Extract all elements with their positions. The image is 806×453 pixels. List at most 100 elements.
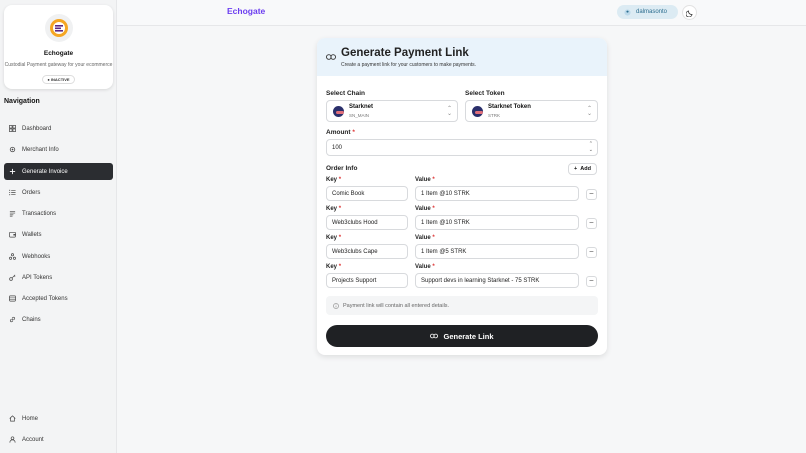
card-header: Generate Payment Link Create a payment l… <box>317 38 607 76</box>
sidebar-item-wallets[interactable]: Wallets <box>4 226 113 243</box>
sidebar: Echogate Custodial Payment gateway for y… <box>0 0 117 453</box>
sidebar-item-label: Webhooks <box>22 253 51 260</box>
status-badge: ● INACTIVE <box>42 75 75 84</box>
sidebar-item-home[interactable]: Home <box>4 410 113 427</box>
transactions-icon <box>9 210 16 217</box>
key-value: Comic Book <box>332 190 365 197</box>
required-marker: * <box>352 129 355 136</box>
amount-label-text: Amount <box>326 129 351 136</box>
value-value: 1 Item @5 STRK <box>421 248 467 255</box>
moon-icon <box>685 10 692 17</box>
sidebar-item-merchant-info[interactable]: Merchant Info <box>4 141 113 158</box>
required-marker: * <box>338 235 342 241</box>
select-token-label: Select Token <box>465 90 505 97</box>
token-select[interactable]: Starknet Token STRK ⌃ ⌄ <box>465 100 598 122</box>
value-input[interactable]: Support devs in learning Starknet - 75 S… <box>415 273 579 288</box>
value-input[interactable]: 1 Item @10 STRK <box>415 215 579 230</box>
remove-row-button[interactable]: – <box>586 189 597 200</box>
app-title[interactable]: Echogate <box>227 6 265 16</box>
amount-value: 100 <box>332 144 343 151</box>
key-value: Projects Support <box>332 277 377 284</box>
link-icon <box>430 333 439 339</box>
key-label: Key * <box>326 206 341 212</box>
sidebar-item-account[interactable]: Account <box>4 431 113 448</box>
required-marker: * <box>432 264 435 270</box>
sidebar-item-dashboard[interactable]: Dashboard <box>4 120 113 137</box>
key-input[interactable]: Projects Support <box>326 273 408 288</box>
amount-input[interactable]: 100 ⌃ ⌄ <box>326 139 598 156</box>
value-label: Value * <box>415 206 435 212</box>
sidebar-item-label: Dashboard <box>22 125 52 132</box>
info-icon <box>333 302 339 309</box>
minus-icon: – <box>589 219 594 226</box>
token-symbol: STRK <box>488 113 501 118</box>
brand-name: Echogate <box>43 50 74 57</box>
sidebar-item-orders[interactable]: Orders <box>4 184 113 201</box>
value-label-text: Value <box>415 264 431 270</box>
value-input[interactable]: 1 Item @10 STRK <box>415 186 579 201</box>
key-input[interactable]: Web3clubs Cape <box>326 244 408 259</box>
value-label: Value * <box>415 235 435 241</box>
required-marker: * <box>338 264 342 270</box>
brand-card: Echogate Custodial Payment gateway for y… <box>4 5 113 89</box>
chain-id: SN_MAIN <box>349 113 370 118</box>
value-label: Value * <box>415 177 435 183</box>
top-bar <box>117 0 806 26</box>
starknet-token-icon <box>472 106 483 117</box>
add-row-button[interactable]: + Add <box>568 163 597 175</box>
chevron-up-down-icon: ⌃ ⌄ <box>586 106 592 117</box>
key-label-text: Key <box>326 177 338 183</box>
key-value: Web3clubs Hood <box>332 219 378 226</box>
sidebar-item-label: Account <box>22 436 44 443</box>
grid-icon <box>9 125 16 132</box>
brand-description: Custodial Payment gateway for your ecomm… <box>4 62 113 68</box>
chain-select[interactable]: Starknet SN_MAIN ⌃ ⌄ <box>326 100 458 122</box>
user-menu-button[interactable]: dalmasonto <box>617 5 678 19</box>
generate-link-button[interactable]: Generate Link <box>326 325 598 347</box>
value-label-text: Value <box>415 206 431 212</box>
sidebar-item-label: Orders <box>22 189 41 196</box>
sidebar-item-generate-invoice[interactable]: Generate Invoice <box>4 163 113 180</box>
minus-icon: – <box>589 248 594 255</box>
value-label: Value * <box>415 264 435 270</box>
sidebar-item-label: API Tokens <box>22 274 53 281</box>
value-input[interactable]: 1 Item @5 STRK <box>415 244 579 259</box>
user-avatar-icon <box>624 8 631 16</box>
status-badge-label: INACTIVE <box>50 77 70 82</box>
sidebar-item-chains[interactable]: Chains <box>4 311 113 328</box>
sidebar-item-label: Transactions <box>22 210 57 217</box>
required-marker: * <box>338 206 342 212</box>
plus-icon: + <box>574 166 578 172</box>
key-label-text: Key <box>326 235 338 241</box>
remove-row-button[interactable]: – <box>586 218 597 229</box>
sidebar-item-api-tokens[interactable]: API Tokens <box>4 269 113 286</box>
required-marker: * <box>432 235 435 241</box>
key-input[interactable]: Comic Book <box>326 186 408 201</box>
required-marker: * <box>432 177 435 183</box>
info-note: Payment link will contain all entered de… <box>326 296 598 315</box>
gear-icon <box>9 146 16 153</box>
remove-row-button[interactable]: – <box>586 276 597 287</box>
chain-name: Starknet <box>349 104 374 110</box>
key-label: Key * <box>326 235 341 241</box>
order-info-label: Order Info <box>326 165 358 172</box>
remove-row-button[interactable]: – <box>586 247 597 258</box>
generate-link-label: Generate Link <box>443 331 494 341</box>
token-icon <box>9 295 16 302</box>
value-value: 1 Item @10 STRK <box>421 190 470 197</box>
username: dalmasonto <box>636 9 668 15</box>
number-stepper[interactable]: ⌃ ⌄ <box>589 141 593 153</box>
sidebar-item-accepted-tokens[interactable]: Accepted Tokens <box>4 290 113 307</box>
key-value: Web3clubs Cape <box>332 248 378 255</box>
theme-toggle-button[interactable] <box>682 5 697 20</box>
brand-logo <box>44 14 73 42</box>
key-label-text: Key <box>326 264 338 270</box>
chevron-up-down-icon: ⌃ ⌄ <box>446 106 452 117</box>
user-icon <box>9 436 16 443</box>
value-label-text: Value <box>415 235 431 241</box>
sidebar-item-transactions[interactable]: Transactions <box>4 205 113 222</box>
key-label: Key * <box>326 177 341 183</box>
sidebar-item-webhooks[interactable]: Webhooks <box>4 248 113 265</box>
key-input[interactable]: Web3clubs Hood <box>326 215 408 230</box>
list-icon <box>9 189 16 196</box>
